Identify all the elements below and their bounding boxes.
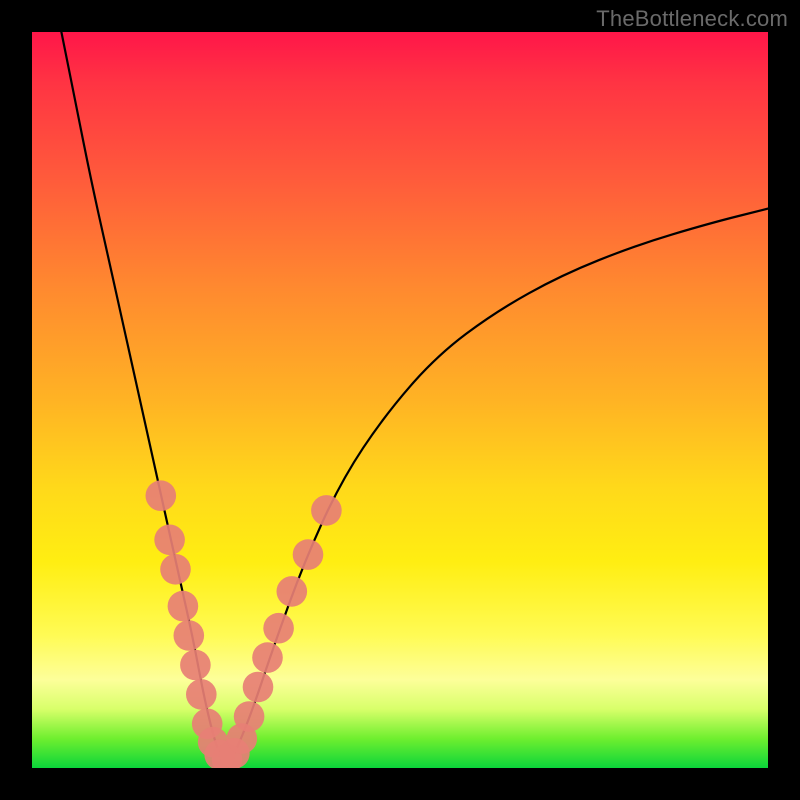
data-marker <box>154 525 185 556</box>
data-marker <box>263 613 294 644</box>
bottleneck-curve <box>61 32 768 761</box>
curve-svg <box>32 32 768 768</box>
data-marker <box>243 672 274 703</box>
data-marker <box>252 642 283 673</box>
data-marker <box>174 620 205 651</box>
data-marker <box>277 576 308 607</box>
plot-area <box>32 32 768 768</box>
chart-frame: TheBottleneck.com <box>0 0 800 800</box>
data-marker <box>293 539 324 570</box>
watermark-label: TheBottleneck.com <box>596 6 788 32</box>
data-marker <box>186 679 217 710</box>
data-marker <box>160 554 191 585</box>
data-marker <box>311 495 342 526</box>
data-marker <box>168 591 199 622</box>
marker-group <box>146 480 342 768</box>
data-marker <box>234 701 265 732</box>
data-marker <box>146 480 177 511</box>
data-marker <box>180 650 211 681</box>
